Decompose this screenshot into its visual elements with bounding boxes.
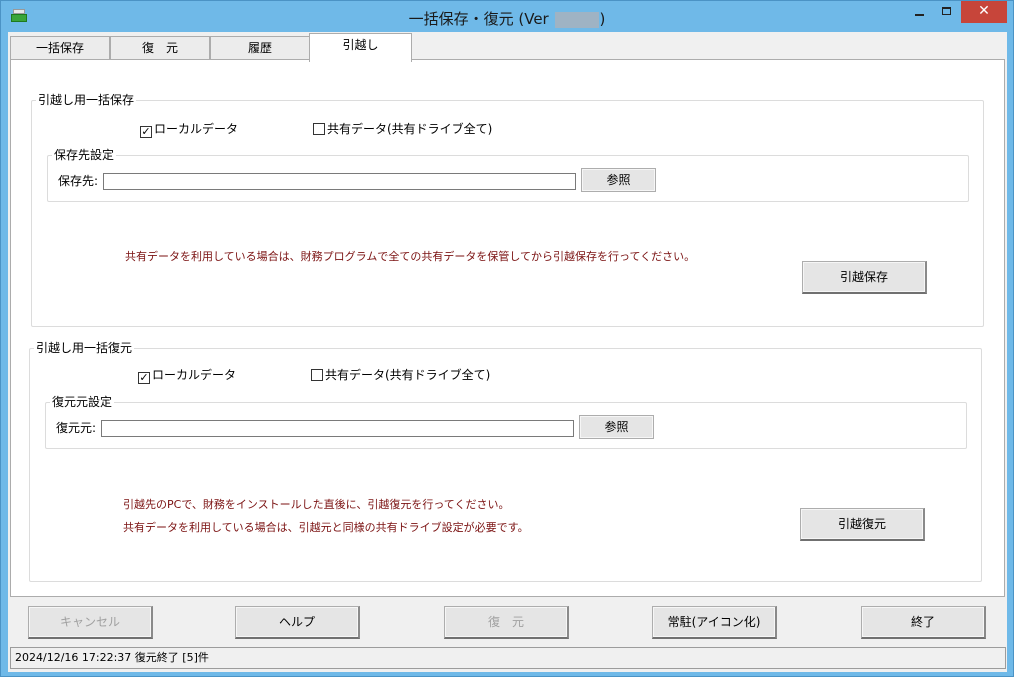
restore-note-2: 共有データを利用している場合は、引越元と同様の共有ドライブ設定が必要です。 <box>123 521 529 534</box>
save-shared-data-check-box[interactable] <box>313 123 325 135</box>
migration-save-group: 引越し用一括保存 ✓ ローカルデータ 共有データ(共有ドライブ全て) 保存先設定 … <box>31 93 984 327</box>
restore-shared-data-label: 共有データ(共有ドライブ全て) <box>325 368 491 382</box>
status-text: 2024/12/16 17:22:37 復元終了 [5]件 <box>15 651 209 664</box>
minimize-button[interactable] <box>906 1 932 23</box>
save-local-data-label: ローカルデータ <box>154 122 239 136</box>
save-local-data-check-box[interactable]: ✓ <box>140 126 152 138</box>
restore-shared-data-checkbox[interactable]: 共有データ(共有ドライブ全て) <box>311 367 490 383</box>
help-button[interactable]: ヘルプ <box>235 606 360 639</box>
version-redaction <box>554 11 599 28</box>
migration-save-button[interactable]: 引越保存 <box>802 261 927 294</box>
save-shared-data-label: 共有データ(共有ドライブ全て) <box>327 122 493 136</box>
restore-button[interactable]: 復 元 <box>444 606 569 639</box>
migration-restore-button[interactable]: 引越復元 <box>800 508 925 541</box>
tab-history[interactable]: 履歴 <box>210 36 310 61</box>
migration-restore-group-title: 引越し用一括復元 <box>34 341 135 355</box>
resident-iconize-button[interactable]: 常駐(アイコン化) <box>652 606 777 639</box>
save-destination-group-title: 保存先設定 <box>52 148 117 162</box>
window-title: 一括保存・復元 (Ver ) <box>1 8 1013 29</box>
restore-browse-button[interactable]: 参照 <box>579 415 654 439</box>
restore-local-data-check-box[interactable]: ✓ <box>138 372 150 384</box>
status-bar: 2024/12/16 17:22:37 復元終了 [5]件 <box>10 647 1006 669</box>
migration-panel: 引越し用一括保存 ✓ ローカルデータ 共有データ(共有ドライブ全て) 保存先設定 … <box>10 59 1005 597</box>
save-destination-input[interactable] <box>103 173 576 190</box>
app-window: 一括保存・復元 (Ver ) ✕ 一括保存 復 元 履歴 引越し 引越し用一括保… <box>0 0 1014 677</box>
restore-local-data-checkbox[interactable]: ✓ ローカルデータ <box>138 367 237 384</box>
migration-save-group-title: 引越し用一括保存 <box>36 93 137 107</box>
tab-restore[interactable]: 復 元 <box>110 36 210 61</box>
cancel-button[interactable]: キャンセル <box>28 606 153 639</box>
tab-migration[interactable]: 引越し <box>309 33 412 62</box>
save-destination-group: 保存先設定 保存先: 参照 <box>47 148 969 202</box>
close-icon: ✕ <box>978 3 990 19</box>
save-local-data-checkbox[interactable]: ✓ ローカルデータ <box>140 121 239 138</box>
exit-button[interactable]: 終了 <box>861 606 986 639</box>
client-area: 一括保存 復 元 履歴 引越し 引越し用一括保存 ✓ ローカルデータ 共有データ(… <box>8 32 1007 672</box>
maximize-button[interactable] <box>932 1 960 23</box>
restore-source-group-title: 復元元設定 <box>50 395 115 409</box>
save-shared-data-checkbox[interactable]: 共有データ(共有ドライブ全て) <box>313 121 492 137</box>
restore-source-group: 復元元設定 復元元: 参照 <box>45 395 967 449</box>
restore-source-label: 復元元: <box>56 421 97 435</box>
window-title-text: 一括保存・復元 (Ver <box>408 10 549 28</box>
save-note: 共有データを利用している場合は、財務プログラムで全ての共有データを保管してから引… <box>125 250 696 263</box>
close-button[interactable]: ✕ <box>961 1 1007 23</box>
save-destination-label: 保存先: <box>58 174 99 188</box>
maximize-icon <box>942 7 951 15</box>
tab-bulk-save[interactable]: 一括保存 <box>10 36 110 61</box>
restore-note-1: 引越先のPCで、財務をインストールした直後に、引越復元を行ってください。 <box>123 498 510 511</box>
window-title-suffix: ) <box>599 10 606 28</box>
minimize-icon <box>915 14 924 16</box>
migration-restore-group: 引越し用一括復元 ✓ ローカルデータ 共有データ(共有ドライブ全て) 復元元設定 … <box>29 341 982 582</box>
restore-source-input[interactable] <box>101 420 574 437</box>
save-browse-button[interactable]: 参照 <box>581 168 656 192</box>
title-bar[interactable]: 一括保存・復元 (Ver ) ✕ <box>1 1 1013 33</box>
restore-local-data-label: ローカルデータ <box>152 368 237 382</box>
restore-shared-data-check-box[interactable] <box>311 369 323 381</box>
